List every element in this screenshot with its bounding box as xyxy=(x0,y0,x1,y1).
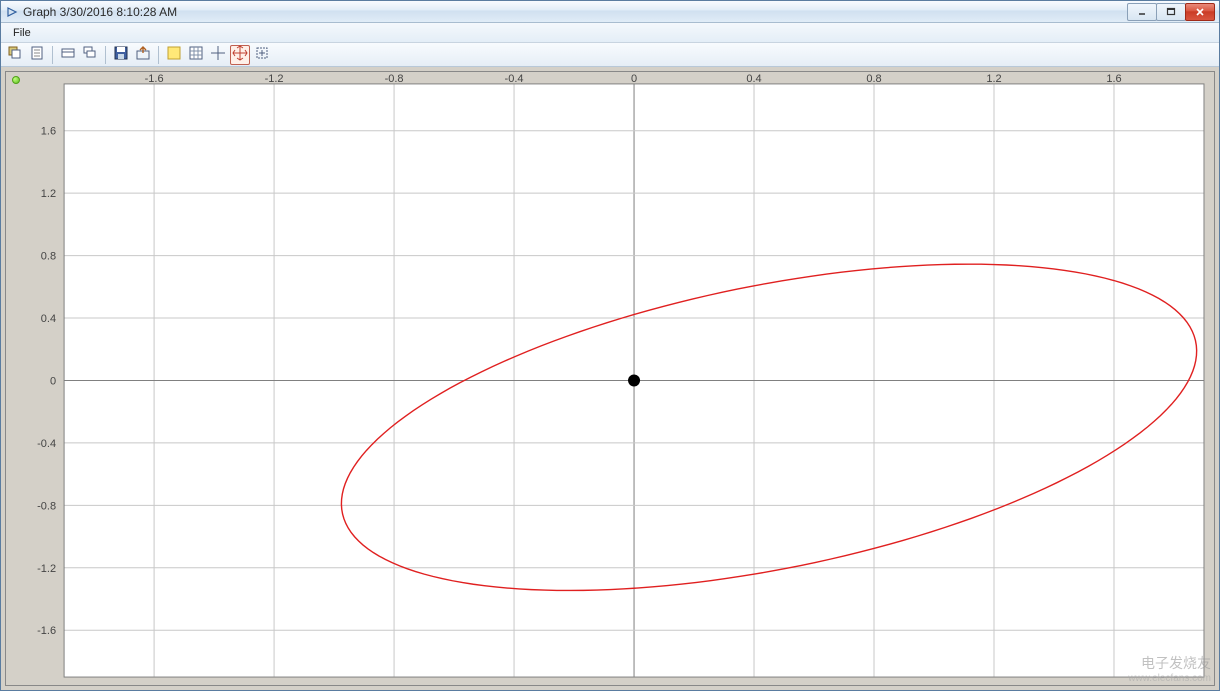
highlight-button[interactable] xyxy=(164,45,184,65)
maximize-button[interactable] xyxy=(1156,3,1186,21)
export-icon xyxy=(135,45,151,64)
y-tick-label: -1.2 xyxy=(37,563,56,575)
y-tick-label: 0.8 xyxy=(41,251,56,263)
app-icon xyxy=(5,5,19,19)
plot-canvas[interactable]: -1.6 -1.2 -0.8 -0.4 0 0.4 0.8 1.2 1.6 1.6 1.2 0.8 0.… xyxy=(6,72,1214,685)
copy-data-button[interactable] xyxy=(27,45,47,65)
zoom-region-icon xyxy=(254,45,270,64)
y-tick-label: -0.4 xyxy=(37,438,56,450)
copy-data-icon xyxy=(29,45,45,64)
crosshair-button[interactable] xyxy=(208,45,228,65)
minimize-button[interactable] xyxy=(1127,3,1157,21)
x-tick-label: -0.4 xyxy=(505,73,524,85)
x-tick-label: 0 xyxy=(631,73,637,85)
window-title: Graph 3/30/2016 8:10:28 AM xyxy=(23,5,177,19)
grid-toggle-button[interactable] xyxy=(186,45,206,65)
window-list-button[interactable] xyxy=(58,45,78,65)
x-tick-label: 0.4 xyxy=(746,73,761,85)
toolbar-separator xyxy=(158,46,159,64)
plot-container: -1.6 -1.2 -0.8 -0.4 0 0.4 0.8 1.2 1.6 1.6 1.2 0.8 0.… xyxy=(1,67,1219,690)
x-tick-label: -1.2 xyxy=(265,73,284,85)
highlight-icon xyxy=(166,45,182,64)
zoom-fit-button[interactable] xyxy=(230,45,250,65)
y-tick-label: -1.6 xyxy=(37,625,56,637)
plot-frame[interactable]: -1.6 -1.2 -0.8 -0.4 0 0.4 0.8 1.2 1.6 1.6 1.2 0.8 0.… xyxy=(5,71,1215,686)
x-tick-label: -0.8 xyxy=(385,73,404,85)
zoom-region-button[interactable] xyxy=(252,45,272,65)
cascade-icon xyxy=(82,45,98,64)
menubar: File xyxy=(1,23,1219,43)
toolbar-separator xyxy=(52,46,53,64)
zoom-fit-icon xyxy=(232,45,248,64)
y-tick-label: 0 xyxy=(50,375,56,387)
x-tick-label: 1.6 xyxy=(1106,73,1121,85)
x-tick-label: 1.2 xyxy=(986,73,1001,85)
x-tick-label: 0.8 xyxy=(866,73,881,85)
copy-graph-icon xyxy=(7,45,23,64)
y-tick-label: 1.2 xyxy=(41,188,56,200)
toolbar xyxy=(1,43,1219,67)
titlebar[interactable]: Graph 3/30/2016 8:10:28 AM xyxy=(1,1,1219,23)
grid-toggle-icon xyxy=(188,45,204,64)
save-icon xyxy=(113,45,129,64)
window-list-icon xyxy=(60,45,76,64)
series-center-point xyxy=(628,375,640,387)
crosshair-icon xyxy=(210,45,226,64)
window-controls xyxy=(1128,3,1215,21)
y-tick-label: -0.8 xyxy=(37,500,56,512)
save-button[interactable] xyxy=(111,45,131,65)
copy-graph-button[interactable] xyxy=(5,45,25,65)
x-tick-label: -1.6 xyxy=(145,73,164,85)
menu-file[interactable]: File xyxy=(7,25,37,41)
cascade-button[interactable] xyxy=(80,45,100,65)
y-tick-label: 1.6 xyxy=(41,126,56,138)
y-tick-label: 0.4 xyxy=(41,313,56,325)
toolbar-separator xyxy=(105,46,106,64)
export-button[interactable] xyxy=(133,45,153,65)
app-window: Graph 3/30/2016 8:10:28 AM File -1.6 -1.2… xyxy=(0,0,1220,691)
close-button[interactable] xyxy=(1185,3,1215,21)
